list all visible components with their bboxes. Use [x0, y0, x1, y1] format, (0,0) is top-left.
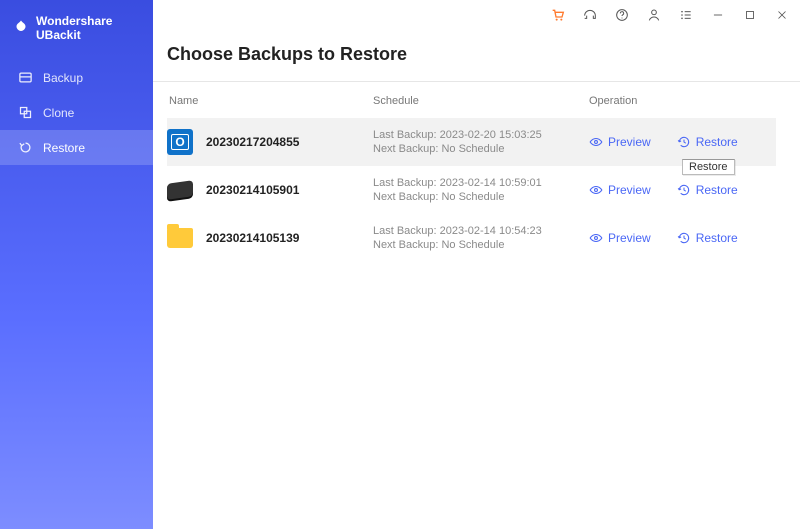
backup-name: 20230217204855 [206, 135, 373, 149]
close-icon[interactable] [774, 7, 790, 23]
main-panel: Choose Backups to Restore Name Schedule … [153, 0, 800, 529]
column-name: Name [167, 95, 373, 107]
titlebar [153, 0, 800, 30]
sidebar: Wondershare UBackit Backup Clone Restore [0, 0, 153, 529]
backup-row[interactable]: O 20230217204855 Last Backup: 2023-02-20… [167, 118, 776, 166]
maximize-icon[interactable] [742, 7, 758, 23]
nav-label: Clone [43, 106, 74, 120]
eye-icon [589, 231, 603, 245]
column-schedule: Schedule [373, 95, 589, 107]
outlook-icon: O [167, 129, 193, 155]
app-title: Wondershare UBackit [36, 14, 141, 42]
restore-icon [18, 140, 33, 155]
backup-icon [18, 70, 33, 85]
content-area: Choose Backups to Restore Name Schedule … [153, 30, 800, 529]
backup-schedule: Last Backup: 2023-02-20 15:03:25 Next Ba… [373, 129, 589, 155]
restore-history-icon [677, 231, 691, 245]
folder-icon [167, 225, 193, 251]
restore-button[interactable]: Restore [677, 135, 738, 149]
restore-history-icon [677, 183, 691, 197]
preview-button[interactable]: Preview [589, 183, 651, 197]
next-backup: Next Backup: No Schedule [373, 191, 589, 203]
nav-label: Backup [43, 71, 83, 85]
backup-name: 20230214105139 [206, 231, 373, 245]
last-backup: Last Backup: 2023-02-14 10:59:01 [373, 177, 589, 189]
column-operation: Operation [589, 95, 776, 107]
sidebar-item-backup[interactable]: Backup [0, 60, 153, 95]
last-backup: Last Backup: 2023-02-14 10:54:23 [373, 225, 589, 237]
next-backup: Next Backup: No Schedule [373, 239, 589, 251]
restore-history-icon [677, 135, 691, 149]
restore-button[interactable]: Restore [677, 231, 738, 245]
help-icon[interactable] [614, 7, 630, 23]
nav-label: Restore [43, 141, 85, 155]
eye-icon [589, 135, 603, 149]
backup-row[interactable]: 20230214105139 Last Backup: 2023-02-14 1… [167, 214, 776, 262]
app-logo: Wondershare UBackit [0, 8, 153, 60]
sidebar-item-restore[interactable]: Restore [0, 130, 153, 165]
eye-icon [589, 183, 603, 197]
cart-icon[interactable] [550, 7, 566, 23]
headset-icon[interactable] [582, 7, 598, 23]
user-icon[interactable] [646, 7, 662, 23]
logo-icon [12, 19, 30, 37]
table-header: Name Schedule Operation [167, 82, 776, 118]
clone-icon [18, 105, 33, 120]
next-backup: Next Backup: No Schedule [373, 143, 589, 155]
minimize-icon[interactable] [710, 7, 726, 23]
restore-button[interactable]: Restore [677, 183, 738, 197]
disk-icon [167, 177, 193, 203]
sidebar-item-clone[interactable]: Clone [0, 95, 153, 130]
backup-name: 20230214105901 [206, 183, 373, 197]
page-title: Choose Backups to Restore [167, 34, 776, 81]
tooltip: Restore [682, 159, 735, 175]
preview-button[interactable]: Preview [589, 135, 651, 149]
preview-button[interactable]: Preview [589, 231, 651, 245]
backup-schedule: Last Backup: 2023-02-14 10:59:01 Next Ba… [373, 177, 589, 203]
menu-icon[interactable] [678, 7, 694, 23]
last-backup: Last Backup: 2023-02-20 15:03:25 [373, 129, 589, 141]
backup-schedule: Last Backup: 2023-02-14 10:54:23 Next Ba… [373, 225, 589, 251]
